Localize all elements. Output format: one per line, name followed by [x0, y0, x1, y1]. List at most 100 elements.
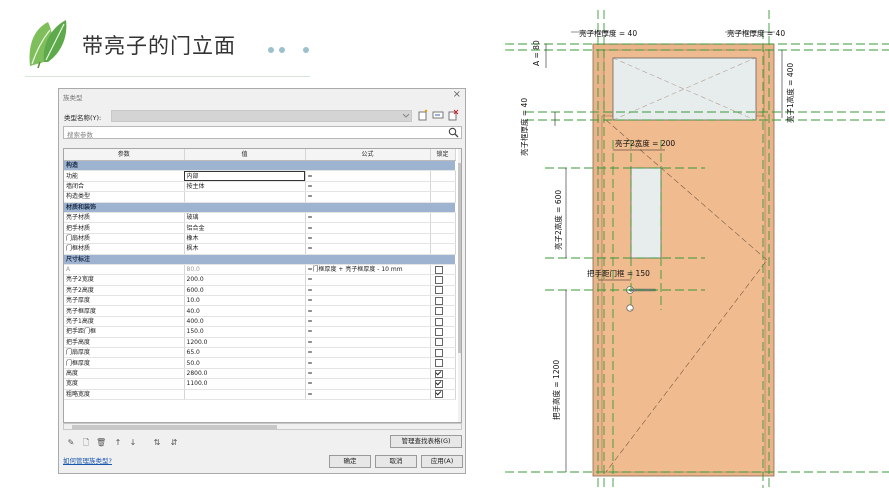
- group-header-row[interactable]: 构造: [64, 160, 455, 172]
- delete-type-icon[interactable]: [447, 109, 459, 121]
- rename-type-icon[interactable]: [432, 109, 444, 121]
- parameter-value-cell[interactable]: 2800.0: [184, 368, 306, 380]
- parameter-row[interactable]: 功能 内部 =: [64, 170, 456, 182]
- parameter-formula-cell[interactable]: =: [305, 337, 431, 349]
- parameter-formula-cell[interactable]: =: [305, 368, 431, 380]
- column-header[interactable]: 锁定: [430, 149, 456, 161]
- parameter-row[interactable]: 亮子2宽度 200.0 =: [64, 274, 456, 286]
- new-parameter-icon[interactable]: 🗋: [81, 438, 91, 448]
- lock-checkbox[interactable]: [434, 275, 443, 284]
- parameter-formula-cell[interactable]: =: [305, 326, 431, 338]
- manage-lookup-tables-button[interactable]: 管理查找表格(G): [390, 435, 462, 448]
- parameter-formula-cell[interactable]: =: [305, 347, 431, 359]
- parameter-row[interactable]: 把手距门框 150.0 =: [64, 326, 456, 338]
- parameter-value-cell[interactable]: 400.0: [184, 316, 306, 328]
- parameter-value-cell[interactable]: 65.0: [184, 347, 306, 359]
- parameter-value-cell[interactable]: 50.0: [184, 357, 306, 369]
- sort-descending-icon[interactable]: ⇵: [169, 438, 179, 448]
- delete-parameter-icon[interactable]: 🗑: [96, 438, 106, 448]
- parameter-formula-cell[interactable]: =: [305, 274, 431, 286]
- lock-checkbox[interactable]: [434, 317, 443, 326]
- parameter-value-cell[interactable]: 150.0: [184, 326, 306, 338]
- parameter-value-cell[interactable]: 橡木: [184, 233, 306, 245]
- parameter-formula-cell[interactable]: =: [305, 181, 431, 193]
- parameter-formula-cell[interactable]: =: [305, 191, 431, 203]
- parameter-value-cell[interactable]: 内部: [184, 170, 306, 182]
- close-icon[interactable]: ×: [453, 89, 461, 100]
- parameter-value-cell[interactable]: 按主体: [184, 181, 306, 193]
- column-header[interactable]: 公式: [305, 149, 431, 161]
- parameter-row[interactable]: 宽度 1100.0 =: [64, 378, 456, 390]
- parameter-row[interactable]: 把手材质 铝合金 =: [64, 222, 456, 234]
- move-up-icon[interactable]: ↑: [113, 438, 123, 448]
- lock-checkbox[interactable]: [434, 265, 443, 274]
- parameter-value-cell[interactable]: 600.0: [184, 285, 306, 297]
- ok-button[interactable]: 确定: [329, 455, 371, 468]
- vertical-scrollbar[interactable]: [458, 149, 461, 422]
- lock-checkbox[interactable]: [434, 390, 443, 399]
- parameter-row[interactable]: 亮子材质 玻璃 =: [64, 212, 456, 224]
- parameter-row[interactable]: 门框厚度 50.0 =: [64, 357, 456, 369]
- lock-checkbox[interactable]: [434, 327, 443, 336]
- search-icon[interactable]: [448, 127, 459, 138]
- parameter-formula-cell[interactable]: =: [305, 233, 431, 245]
- lock-checkbox[interactable]: [434, 369, 443, 378]
- parameter-row[interactable]: 亮子厚度 10.0 =: [64, 295, 456, 307]
- parameter-value-cell[interactable]: [184, 389, 306, 401]
- parameter-row[interactable]: A 80.0 =门框厚度 + 亮子框厚度 - 10 mm: [64, 264, 456, 276]
- help-link[interactable]: 如何管理族类型?: [63, 455, 112, 465]
- column-header[interactable]: 参数: [64, 149, 185, 161]
- parameter-row[interactable]: 亮子框厚度 40.0 =: [64, 305, 456, 317]
- parameter-value-cell[interactable]: [184, 191, 306, 203]
- parameter-row[interactable]: 亮子1高度 400.0 =: [64, 316, 456, 328]
- parameter-formula-cell[interactable]: =: [305, 378, 431, 390]
- parameter-row[interactable]: 门框材质 枫木 =: [64, 243, 456, 255]
- group-header-row[interactable]: 材质和装饰: [64, 202, 455, 213]
- parameter-formula-cell[interactable]: =: [305, 295, 431, 307]
- move-down-icon[interactable]: ↓: [128, 438, 138, 448]
- apply-button[interactable]: 应用(A): [421, 455, 463, 468]
- parameter-value-cell[interactable]: 铝合金: [184, 222, 306, 234]
- scrollbar-thumb[interactable]: [72, 425, 277, 429]
- parameter-value-cell[interactable]: 1200.0: [184, 337, 306, 349]
- parameter-value-cell[interactable]: 40.0: [184, 305, 306, 317]
- cancel-button[interactable]: 取消: [375, 455, 417, 468]
- sort-ascending-icon[interactable]: ⇅: [152, 438, 162, 448]
- parameter-formula-cell[interactable]: =: [305, 222, 431, 234]
- parameter-row[interactable]: 把手高度 1200.0 =: [64, 337, 456, 349]
- parameter-value-cell[interactable]: 玻璃: [184, 212, 306, 224]
- lock-checkbox[interactable]: [434, 359, 443, 368]
- group-header-row[interactable]: 尺寸标注: [64, 254, 455, 265]
- parameter-formula-cell[interactable]: =: [305, 285, 431, 297]
- column-header[interactable]: 值: [184, 149, 306, 161]
- parameter-row[interactable]: 粗略宽度 =: [64, 389, 456, 401]
- edit-parameter-icon[interactable]: ✎: [66, 438, 76, 448]
- lock-checkbox[interactable]: [434, 296, 443, 305]
- parameter-formula-cell[interactable]: =: [305, 170, 431, 182]
- lock-checkbox[interactable]: [434, 348, 443, 357]
- parameter-value-cell[interactable]: 80.0: [184, 264, 306, 276]
- parameter-row[interactable]: 墙闭合 按主体 =: [64, 181, 456, 193]
- parameter-formula-cell[interactable]: =: [305, 357, 431, 369]
- new-type-icon[interactable]: [417, 109, 429, 121]
- type-name-select[interactable]: [111, 110, 412, 122]
- search-parameters-input[interactable]: 搜索参数: [63, 126, 462, 139]
- lock-checkbox[interactable]: [434, 338, 443, 347]
- scrollbar-thumb[interactable]: [458, 163, 461, 353]
- parameter-row[interactable]: 门扇厚度 65.0 =: [64, 347, 456, 359]
- parameter-row[interactable]: 门扇材质 橡木 =: [64, 233, 456, 245]
- parameter-formula-cell[interactable]: =: [305, 305, 431, 317]
- parameter-value-cell[interactable]: 1100.0: [184, 378, 306, 390]
- lock-checkbox[interactable]: [434, 286, 443, 295]
- parameter-formula-cell[interactable]: =: [305, 212, 431, 224]
- parameter-value-cell[interactable]: 10.0: [184, 295, 306, 307]
- parameter-formula-cell[interactable]: =门框厚度 + 亮子框厚度 - 10 mm: [305, 264, 431, 276]
- parameter-row[interactable]: 构造类型 =: [64, 191, 456, 203]
- lock-checkbox[interactable]: [434, 307, 443, 316]
- parameter-value-cell[interactable]: 200.0: [184, 274, 306, 286]
- parameter-formula-cell[interactable]: =: [305, 389, 431, 401]
- parameter-formula-cell[interactable]: =: [305, 316, 431, 328]
- horizontal-scrollbar[interactable]: [63, 423, 462, 430]
- parameter-row[interactable]: 高度 2800.0 =: [64, 368, 456, 380]
- parameter-formula-cell[interactable]: =: [305, 243, 431, 255]
